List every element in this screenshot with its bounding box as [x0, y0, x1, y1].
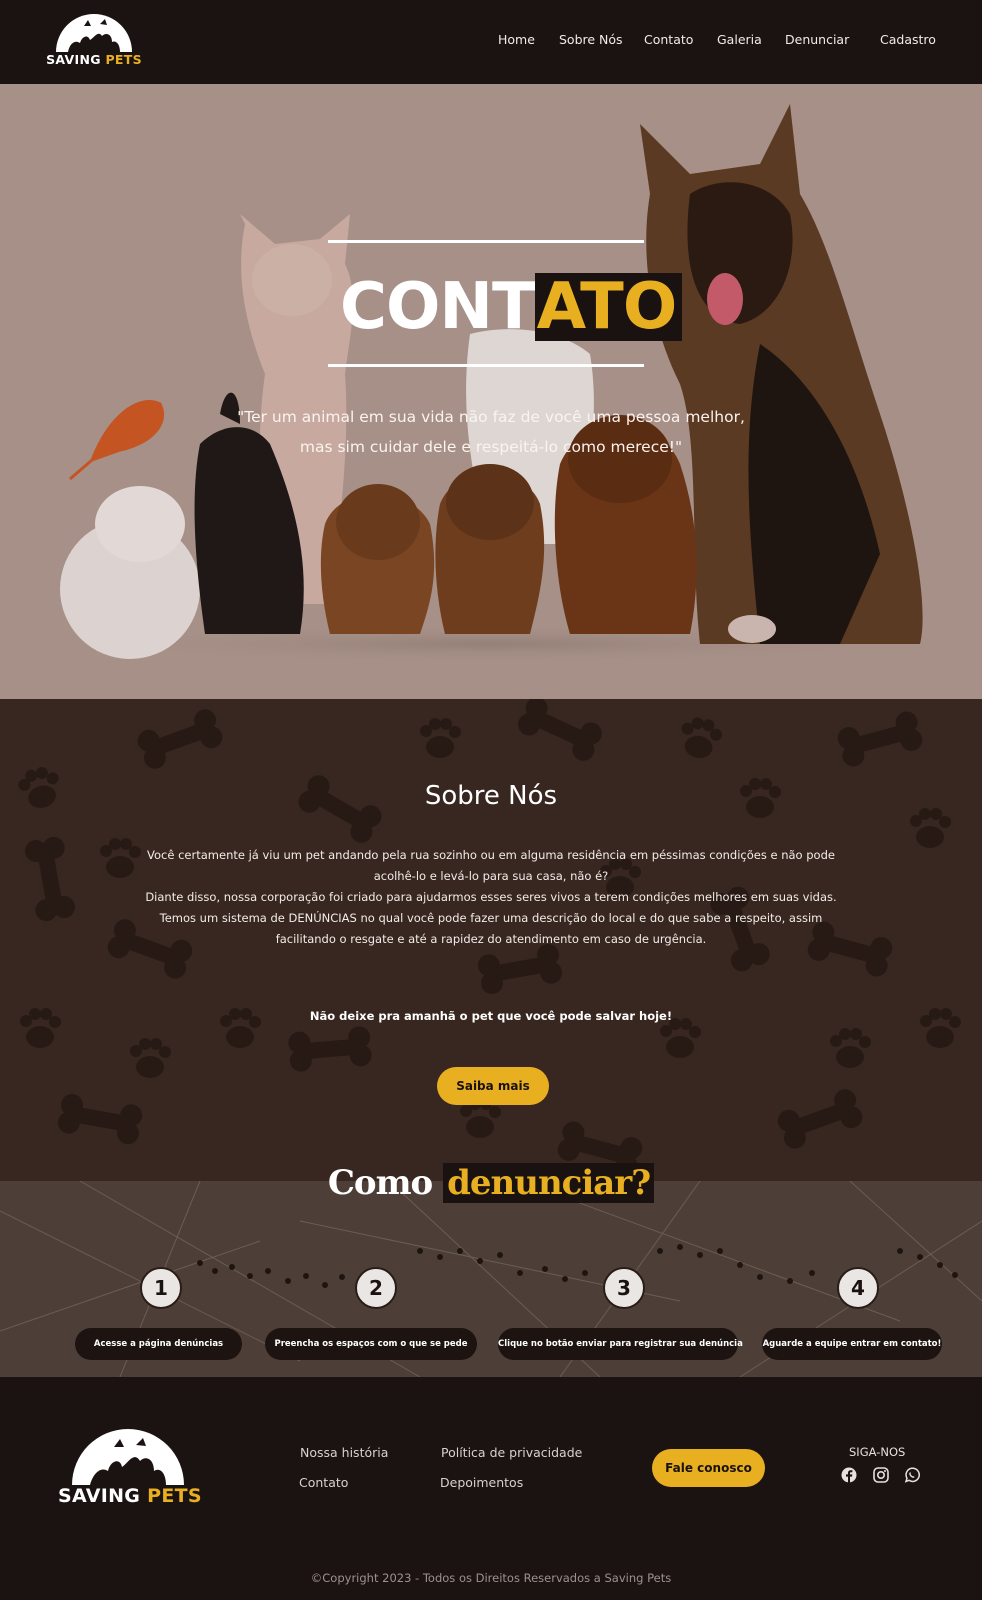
step-1-pill: Acesse a página denúncias — [75, 1328, 242, 1360]
hero-title-part1: CONT — [340, 270, 536, 344]
footer-link-privacidade[interactable]: Política de privacidade — [441, 1445, 582, 1460]
siga-nos-label: SIGA-NOS — [849, 1445, 906, 1459]
footer-link-contato[interactable]: Contato — [299, 1475, 348, 1490]
logo-text: SAVING PETS — [46, 52, 142, 67]
hero-quote: "Ter um animal em sua vida não faz de vo… — [237, 408, 745, 456]
footer: SAVING PETS Nossa história Contato Polít… — [0, 1377, 982, 1557]
step-4-number: 4 — [837, 1267, 879, 1309]
sobre-section: Sobre Nós Você certamente já viu um pet … — [0, 699, 982, 1181]
instagram-icon[interactable] — [873, 1467, 889, 1483]
facebook-icon[interactable] — [841, 1467, 857, 1483]
step-2-pill: Preencha os espaços com o que se pede — [265, 1328, 477, 1360]
pets-silhouette-icon — [56, 14, 132, 52]
hero-banner: CONT ATO "Ter um animal em sua vida não f… — [0, 84, 982, 699]
sobre-title: Sobre Nós — [424, 781, 558, 811]
nav-home[interactable]: Home — [498, 32, 535, 47]
nav-galeria[interactable]: Galeria — [717, 32, 762, 47]
nav-contato[interactable]: Contato — [644, 32, 693, 47]
copyright-text: ©Copyright 2023 - Todos os Direitos Rese… — [0, 1557, 982, 1600]
hero-title-part2: ATO — [534, 273, 683, 341]
navbar: SAVING PETS Home Sobre Nós Contato Galer… — [0, 0, 982, 84]
step-2-number: 2 — [355, 1267, 397, 1309]
footer-logo-text: SAVING PETS — [58, 1485, 202, 1507]
nav-cadastro[interactable]: Cadastro — [880, 32, 936, 47]
hero-line-top — [328, 240, 644, 243]
hero-title: CONT ATO — [340, 270, 683, 344]
footer-link-historia[interactable]: Nossa história — [300, 1445, 388, 1460]
como-denunciar-title: Como denunciar? — [0, 1163, 982, 1203]
footer-link-depoimentos[interactable]: Depoimentos — [440, 1475, 523, 1490]
step-4-pill: Aguarde a equipe entrar em contato! — [762, 1328, 942, 1360]
step-1-number: 1 — [140, 1267, 182, 1309]
hero-line-bottom — [328, 364, 644, 367]
saiba-mais-button[interactable]: Saiba mais — [437, 1067, 549, 1105]
fale-conosco-button[interactable]: Fale conosco — [652, 1449, 765, 1487]
logo[interactable]: SAVING PETS — [46, 12, 142, 70]
sobre-cta-text: Não deixe pra amanhã o pet que você pode… — [309, 1009, 673, 1023]
sobre-text: Você certamente já viu um pet andando pe… — [145, 848, 837, 946]
nav-sobre-nos[interactable]: Sobre Nós — [559, 32, 623, 47]
step-3-pill: Clique no botão enviar para registrar su… — [498, 1328, 743, 1360]
whatsapp-icon[interactable] — [904, 1467, 920, 1483]
step-3-number: 3 — [603, 1267, 645, 1309]
nav-denunciar[interactable]: Denunciar — [785, 32, 849, 47]
pets-silhouette-icon — [72, 1429, 184, 1485]
footer-logo[interactable]: SAVING PETS — [58, 1427, 202, 1511]
como-denunciar-section: 1 2 3 4 Acesse a página denúncias Preenc… — [0, 1181, 982, 1377]
pets-group-photo — [50, 104, 930, 664]
